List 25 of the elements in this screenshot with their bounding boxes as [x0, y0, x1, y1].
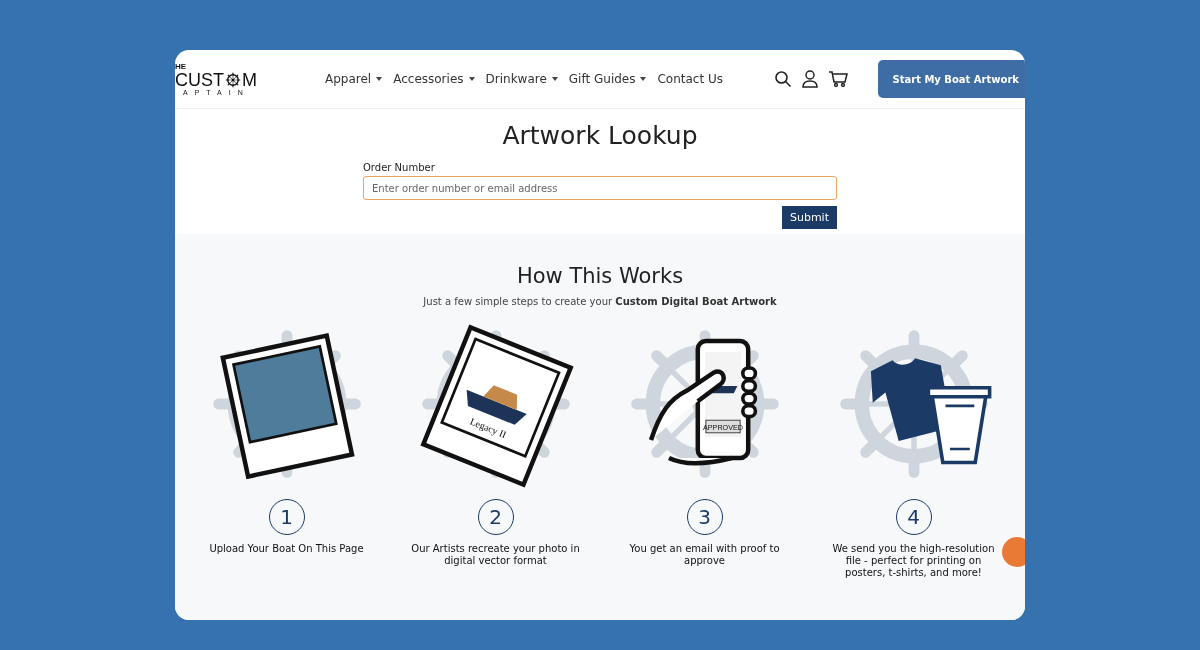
submit-button[interactable]: Submit [781, 206, 837, 229]
step-caption: We send you the high-resolution file - perfect for printing on posters, t-shirts, and more! [831, 543, 996, 579]
cart-icon[interactable] [828, 70, 849, 88]
nav-link[interactable]: Gift Guides [568, 72, 647, 86]
step-caption: You get an email with proof to approve [628, 543, 781, 567]
logo-text: CUST [175, 71, 224, 89]
nav-link[interactable]: Contact Us [657, 72, 723, 86]
field-label: Order Number [363, 162, 436, 173]
search-icon[interactable] [774, 70, 793, 88]
logo-text: HE [175, 62, 188, 71]
order-number-field[interactable]: Enter order number or email address [363, 176, 837, 200]
page-title: Artwork Lookup [502, 121, 698, 150]
nav-link[interactable]: Drinkware [485, 72, 558, 86]
ship-wheel-icon [224, 71, 242, 89]
nav-link[interactable]: Accessories [393, 72, 475, 86]
step-caption: Upload Your Boat On This Page [208, 543, 365, 555]
chat-button[interactable] [1002, 537, 1025, 567]
section-title: How This Works [516, 264, 684, 288]
start-artwork-button[interactable]: Start My Boat Artwork [878, 60, 1025, 98]
nav-link[interactable]: Apparel [325, 72, 383, 86]
step-caption: Our Artists recreate your photo in digital vector format [410, 543, 581, 567]
logo-text: M [242, 71, 257, 89]
approved-label: APPROVED [702, 423, 743, 433]
section-subtitle: Just a few simple steps to create your Custom Digital Boat Artwork [423, 296, 777, 307]
user-icon[interactable] [802, 70, 819, 88]
